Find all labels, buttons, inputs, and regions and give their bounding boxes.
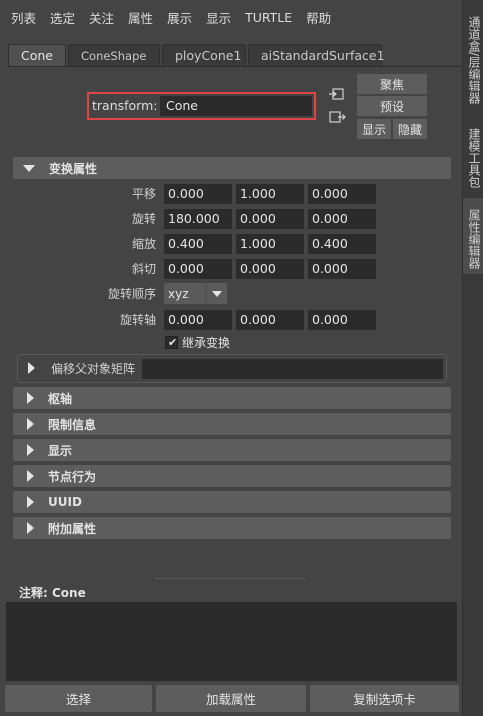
rotate-axis-x-field[interactable]: 0.000 [164, 310, 232, 330]
expand-triangle-icon [27, 444, 34, 456]
transform-label: transform: [92, 98, 158, 113]
tab-ploycone1[interactable]: ployCone1 [162, 44, 246, 66]
expand-triangle-icon[interactable] [28, 362, 35, 374]
translate-y-field[interactable]: 1.000 [236, 184, 304, 204]
select-button[interactable]: 选择 [5, 685, 152, 712]
menu-focus[interactable]: 关注 [82, 8, 121, 27]
checkmark-icon: ✔ [168, 336, 178, 349]
tab-coneshape[interactable]: ConeShape [68, 44, 160, 66]
section-transform-attrs[interactable]: 变换属性 [13, 157, 451, 179]
shear-xz-field[interactable]: 0.000 [236, 259, 304, 279]
rotate-x-field[interactable]: 180.000 [164, 209, 232, 229]
tab-cone[interactable]: Cone [8, 44, 66, 66]
expand-triangle-icon [27, 418, 34, 430]
focus-button[interactable]: 聚焦 [357, 74, 427, 94]
tab-aistandardsurface1[interactable]: aiStandardSurface1 [248, 44, 385, 66]
rotate-order-dropdown[interactable]: xyz [164, 283, 227, 304]
offset-parent-matrix-field[interactable] [142, 359, 443, 379]
inherit-transform-label: 继承变换 [182, 336, 231, 350]
tab-divider [8, 66, 461, 67]
copy-tab-button[interactable]: 复制选项卡 [310, 685, 459, 712]
collapse-triangle-icon [23, 164, 35, 172]
menu-bar: 列表 选定 关注 属性 展示 显示 TURTLE 帮助 [0, 0, 462, 34]
translate-x-field[interactable]: 0.000 [164, 184, 232, 204]
menu-turtle[interactable]: TURTLE [238, 10, 299, 25]
rotate-axis-label: 旋转轴 [119, 313, 156, 327]
menu-select[interactable]: 选定 [43, 8, 82, 27]
menu-list[interactable]: 列表 [4, 8, 43, 27]
rotate-order-label: 旋转顺序 [107, 287, 156, 301]
side-tab-attribute-editor[interactable]: 属性编辑器 [463, 198, 483, 274]
scale-z-field[interactable]: 0.400 [308, 234, 376, 254]
rotate-y-field[interactable]: 0.000 [236, 209, 304, 229]
shear-xy-field[interactable]: 0.000 [164, 259, 232, 279]
node-tabs: Cone ConeShape ployCone1 aiStandardSurfa… [8, 44, 385, 66]
section-pivot[interactable]: 枢轴 [13, 387, 451, 409]
transform-name-field[interactable]: Cone [160, 96, 312, 116]
scale-x-field[interactable]: 0.400 [164, 234, 232, 254]
show-button[interactable]: 显示 [357, 119, 391, 139]
resize-handle[interactable] [156, 578, 306, 579]
menu-show[interactable]: 展示 [160, 8, 199, 27]
menu-help[interactable]: 帮助 [299, 8, 338, 27]
section-node-behavior[interactable]: 节点行为 [13, 465, 451, 487]
dropdown-arrow-icon [206, 283, 226, 304]
input-connection-icon[interactable] [328, 86, 346, 102]
side-tab-strip: 通道盒/层编辑器 建模工具包 属性编辑器 [462, 0, 483, 716]
menu-attributes[interactable]: 属性 [121, 8, 160, 27]
translate-z-field[interactable]: 0.000 [308, 184, 376, 204]
section-uuid[interactable]: UUID [13, 491, 451, 513]
shear-label: 斜切 [131, 262, 156, 276]
section-limit-info[interactable]: 限制信息 [13, 413, 451, 435]
rotate-z-field[interactable]: 0.000 [308, 209, 376, 229]
expand-triangle-icon [27, 392, 34, 404]
notes-label: 注释: Cone [19, 586, 86, 600]
preset-button[interactable]: 预设 [357, 96, 427, 116]
rotate-label: 旋转 [131, 212, 156, 226]
output-connection-icon[interactable] [328, 109, 346, 125]
hide-button[interactable]: 隐藏 [393, 119, 427, 139]
expand-triangle-icon [27, 522, 34, 534]
expand-triangle-icon [27, 496, 34, 508]
scale-label: 缩放 [131, 237, 156, 251]
scale-y-field[interactable]: 1.000 [236, 234, 304, 254]
menu-display[interactable]: 显示 [199, 8, 238, 27]
offset-parent-matrix-label: 偏移父对象矩阵 [51, 362, 136, 376]
load-attributes-button[interactable]: 加载属性 [156, 685, 306, 712]
expand-triangle-icon [27, 470, 34, 482]
translate-label: 平移 [131, 187, 156, 201]
section-extra-attrs[interactable]: 附加属性 [13, 517, 451, 539]
rotate-axis-y-field[interactable]: 0.000 [236, 310, 304, 330]
rotate-order-value: xyz [168, 286, 189, 301]
rotate-axis-z-field[interactable]: 0.000 [308, 310, 376, 330]
shear-yz-field[interactable]: 0.000 [308, 259, 376, 279]
section-display[interactable]: 显示 [13, 439, 451, 461]
side-tab-modeling-toolkit[interactable]: 建模工具包 [463, 116, 483, 194]
notes-textarea[interactable] [6, 602, 457, 681]
side-tab-channel-box[interactable]: 通道盒/层编辑器 [463, 2, 483, 112]
inherit-transform-checkbox[interactable]: ✔ [165, 336, 178, 349]
